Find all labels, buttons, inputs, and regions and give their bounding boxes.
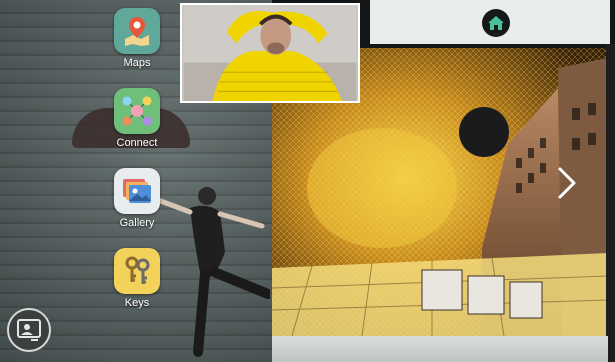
app-keys-label: Keys [124,297,150,309]
right-edge-strip [606,44,615,362]
photos-icon [114,168,160,214]
profile-card-icon [17,319,41,341]
background-dancer [155,187,270,357]
profile-button[interactable] [7,308,51,352]
people-network-icon [114,88,160,134]
app-maps[interactable]: Maps [107,8,167,69]
keys-icon [114,248,160,294]
app-connect[interactable]: Connect [107,88,167,149]
app-gallery-label: Gallery [119,217,155,229]
app-gallery[interactable]: Gallery [107,168,167,229]
video-call-overlay[interactable] [180,3,360,103]
map-pin-icon [114,8,160,54]
app-keys[interactable]: Keys [107,248,167,309]
bottom-strip [272,336,608,362]
next-button[interactable] [556,166,578,200]
app-maps-label: Maps [123,57,151,69]
home-button[interactable] [482,9,510,37]
app-connect-label: Connect [116,137,158,149]
home-icon [488,16,504,30]
